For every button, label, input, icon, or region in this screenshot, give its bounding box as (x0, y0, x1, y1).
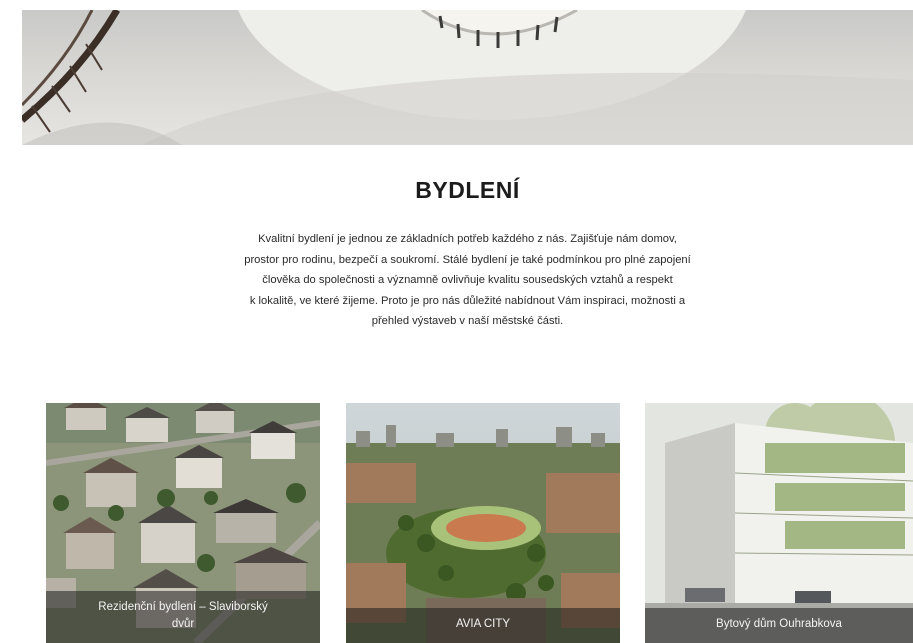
hero-image (22, 10, 913, 145)
card-image (645, 403, 913, 643)
card-avia-city[interactable]: AVIA CITY (346, 403, 620, 643)
staircase-photo (22, 10, 913, 145)
intro-line: k lokalitě, ve které žijeme. Proto je pr… (249, 294, 686, 307)
card-title-continued: dvůr (171, 618, 195, 630)
card-title: AVIA CITY (455, 618, 511, 630)
intro-line: Kvalitní bydlení je jednou ze základních… (258, 233, 677, 245)
card-title: Rezidenční bydlení – Slaviborský (98, 601, 268, 613)
card-title: Bytový dům Ouhrabkova (716, 618, 842, 630)
intro-line: člověka do společnosti a významně ovlivň… (262, 274, 673, 286)
card-caption: Rezidenční bydlení – Slaviborský dvůr (46, 591, 320, 643)
section-intro: Kvalitní bydlení je jednou ze základních… (142, 229, 793, 332)
card-bytovy-dum-ouhrabkova[interactable]: Bytový dům Ouhrabkova (645, 403, 913, 643)
card-image (346, 403, 620, 643)
section-title: BYDLENÍ (415, 177, 520, 203)
card-caption: Bytový dům Ouhrabkova (645, 608, 913, 643)
card-caption: AVIA CITY (346, 608, 620, 643)
card-slaviborsky-dvur[interactable]: Rezidenční bydlení – Slaviborský dvůr (46, 403, 320, 643)
intro-line: prostor pro rodinu, bezpečí a soukromí. … (244, 253, 691, 266)
housing-section: BYDLENÍ Kvalitní bydlení je jednou ze zá… (22, 145, 913, 643)
intro-line: přehled výstaveb v naší městské části. (371, 315, 564, 327)
